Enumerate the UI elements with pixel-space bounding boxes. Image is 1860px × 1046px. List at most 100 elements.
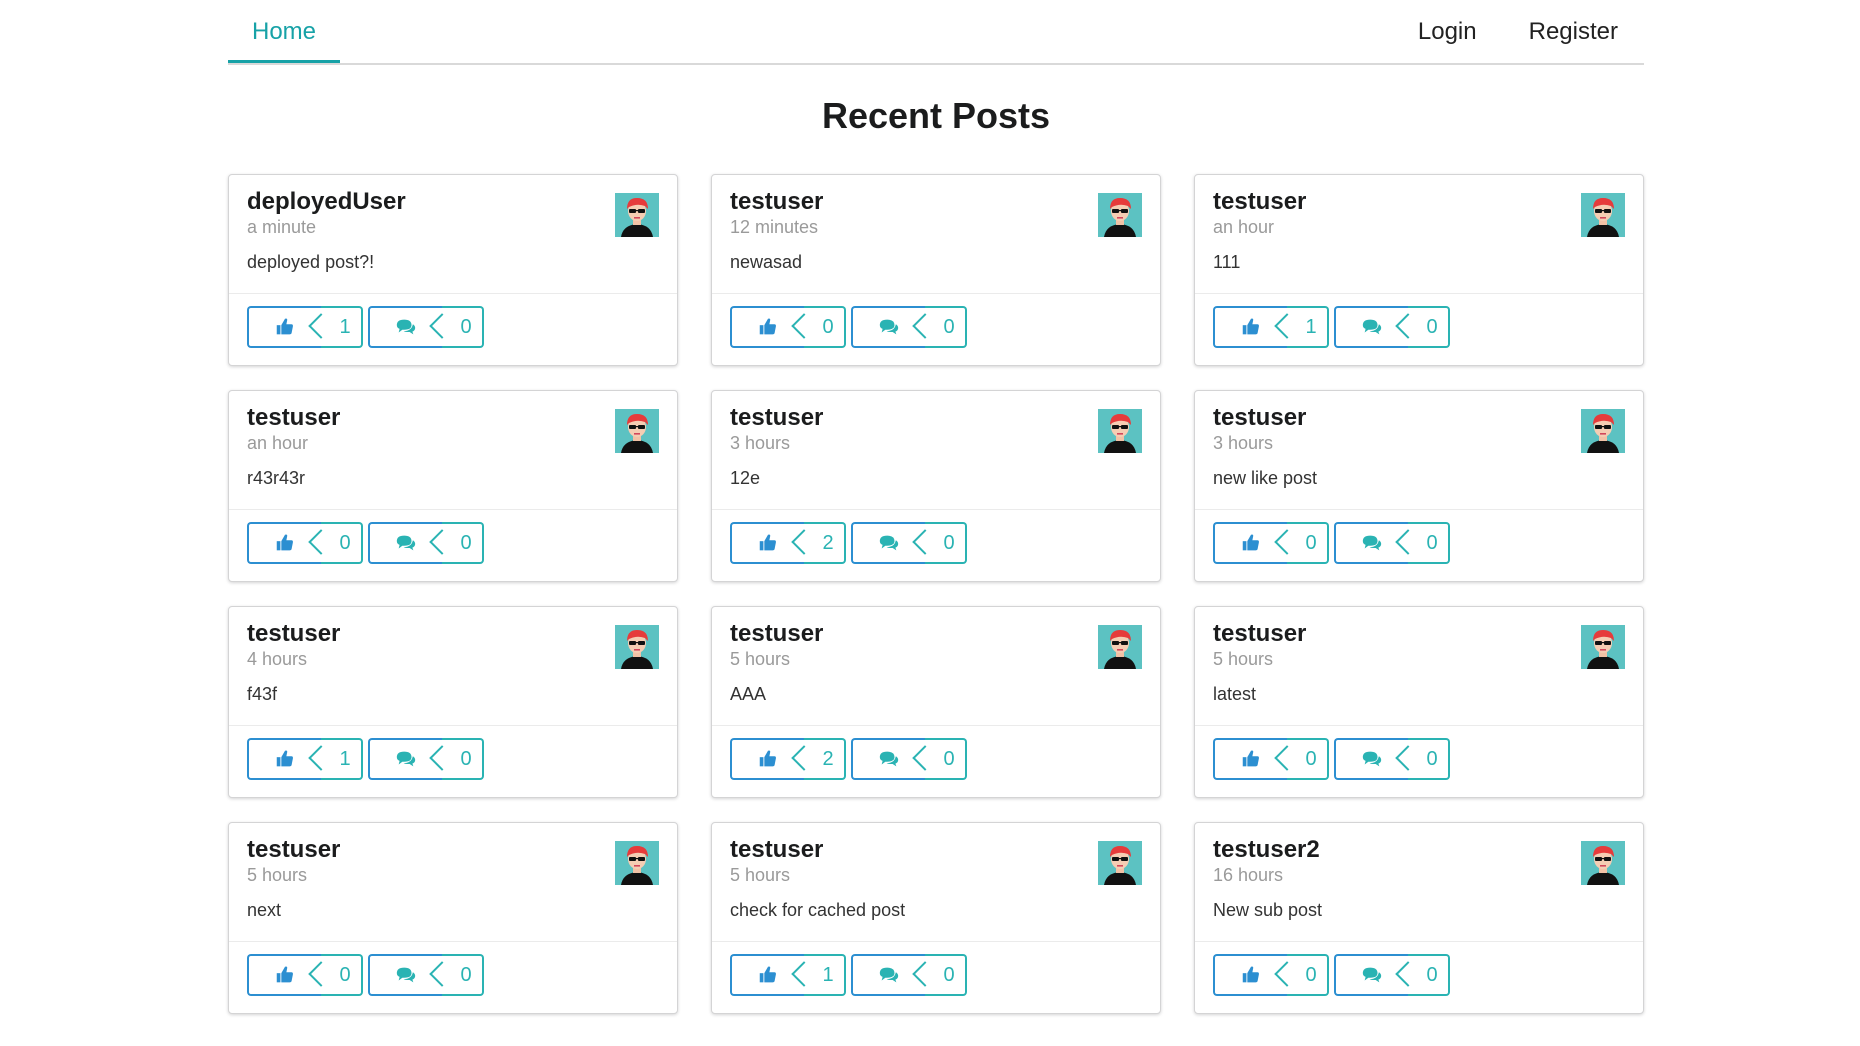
comment-count: 0	[943, 747, 955, 770]
avatar[interactable]	[1581, 625, 1625, 669]
comments-icon	[1362, 751, 1382, 767]
avatar[interactable]	[1098, 193, 1142, 237]
like-button[interactable]: 0	[247, 522, 363, 564]
post-actions: 1 0	[1213, 306, 1450, 348]
post-author[interactable]: testuser	[1213, 620, 1306, 648]
like-button[interactable]: 1	[247, 306, 363, 348]
comment-button[interactable]: 0	[851, 738, 967, 780]
nav-login-link[interactable]: Login	[1418, 0, 1477, 63]
like-count-label: 1	[308, 306, 363, 348]
post-actions: 0 0	[1213, 954, 1450, 996]
nav-register-link[interactable]: Register	[1529, 0, 1618, 63]
nav-home-tab[interactable]: Home	[228, 0, 340, 63]
avatar[interactable]	[1098, 409, 1142, 453]
comment-button[interactable]: 0	[1334, 738, 1450, 780]
comments-icon	[879, 967, 899, 983]
nav-right-menu: Login Register	[1418, 0, 1618, 63]
comment-button[interactable]: 0	[368, 522, 484, 564]
post-content: f43f	[247, 684, 278, 704]
post-author[interactable]: testuser	[730, 620, 823, 648]
like-button[interactable]: 2	[730, 738, 846, 780]
post-card: testuser 3 hours new like post 0 0	[1194, 390, 1644, 582]
post-card: testuser 4 hours f43f 1 0	[228, 606, 678, 798]
post-time: an hour	[247, 433, 309, 453]
like-button[interactable]: 2	[730, 522, 846, 564]
comment-count: 0	[1426, 531, 1438, 554]
comment-count: 0	[460, 747, 472, 770]
comments-icon	[879, 319, 899, 335]
avatar[interactable]	[615, 409, 659, 453]
like-button[interactable]: 0	[1213, 954, 1329, 996]
post-author[interactable]: deployedUser	[247, 188, 406, 216]
avatar[interactable]	[1098, 841, 1142, 885]
like-count: 0	[1305, 963, 1317, 986]
like-button[interactable]: 1	[247, 738, 363, 780]
post-time: 3 hours	[730, 433, 791, 453]
post-card-header: testuser2 16 hours New sub post	[1195, 823, 1643, 942]
post-card: testuser2 16 hours New sub post 0 0	[1194, 822, 1644, 1014]
like-count-label: 1	[308, 738, 363, 780]
like-button[interactable]: 1	[1213, 306, 1329, 348]
comment-button[interactable]: 0	[1334, 522, 1450, 564]
comment-button[interactable]: 0	[368, 738, 484, 780]
comment-button[interactable]: 0	[368, 306, 484, 348]
comment-count-label: 0	[1395, 522, 1450, 564]
like-count-label: 0	[1274, 738, 1329, 780]
comments-icon	[396, 535, 416, 551]
like-button[interactable]: 1	[730, 954, 846, 996]
post-author[interactable]: testuser	[1213, 404, 1306, 432]
like-button[interactable]: 0	[1213, 738, 1329, 780]
post-card-header: testuser 3 hours new like post	[1195, 391, 1643, 510]
post-author[interactable]: testuser	[730, 188, 823, 216]
comment-button[interactable]: 0	[368, 954, 484, 996]
post-time: 4 hours	[247, 649, 308, 669]
post-card: testuser 5 hours next 0 0	[228, 822, 678, 1014]
avatar[interactable]	[615, 625, 659, 669]
post-actions: 1 0	[247, 738, 484, 780]
post-author[interactable]: testuser	[247, 620, 340, 648]
like-count-label: 0	[1274, 954, 1329, 996]
post-author[interactable]: testuser	[247, 836, 340, 864]
post-author[interactable]: testuser	[247, 404, 340, 432]
comment-button[interactable]: 0	[851, 954, 967, 996]
post-author[interactable]: testuser	[730, 836, 823, 864]
post-content: newasad	[730, 252, 803, 272]
like-button[interactable]: 0	[1213, 522, 1329, 564]
thumbs-up-icon	[759, 318, 776, 335]
comment-button[interactable]: 0	[851, 522, 967, 564]
comment-count-label: 0	[912, 522, 967, 564]
comment-count: 0	[943, 531, 955, 554]
post-card-header: testuser 5 hours latest	[1195, 607, 1643, 726]
post-card-header: testuser 12 minutes newasad	[712, 175, 1160, 294]
avatar[interactable]	[1581, 841, 1625, 885]
like-count: 0	[1305, 747, 1317, 770]
like-count: 0	[339, 531, 351, 554]
comment-button[interactable]: 0	[851, 306, 967, 348]
post-author[interactable]: testuser	[730, 404, 823, 432]
post-card-header: testuser 5 hours AAA	[712, 607, 1160, 726]
avatar[interactable]	[1098, 625, 1142, 669]
post-card: testuser an hour r43r43r 0 0	[228, 390, 678, 582]
post-actions: 2 0	[730, 738, 967, 780]
comment-button[interactable]: 0	[1334, 306, 1450, 348]
comment-count-label: 0	[1395, 954, 1450, 996]
like-button[interactable]: 0	[730, 306, 846, 348]
comment-count-label: 0	[912, 306, 967, 348]
post-author[interactable]: testuser2	[1213, 836, 1320, 864]
post-author[interactable]: testuser	[1213, 188, 1306, 216]
avatar[interactable]	[1581, 409, 1625, 453]
avatar[interactable]	[1581, 193, 1625, 237]
post-card-header: testuser an hour 111	[1195, 175, 1643, 294]
post-content: 12e	[730, 468, 761, 488]
post-card: testuser an hour 111 1 0	[1194, 174, 1644, 366]
post-time: a minute	[247, 217, 317, 237]
avatar[interactable]	[615, 841, 659, 885]
post-card: testuser 5 hours latest 0 0	[1194, 606, 1644, 798]
comment-count-label: 0	[912, 954, 967, 996]
comment-button[interactable]: 0	[1334, 954, 1450, 996]
posts-grid: deployedUser a minute deployed post?! 1 …	[228, 174, 1644, 1014]
comments-icon	[396, 751, 416, 767]
like-button[interactable]: 0	[247, 954, 363, 996]
avatar[interactable]	[615, 193, 659, 237]
comments-icon	[396, 967, 416, 983]
